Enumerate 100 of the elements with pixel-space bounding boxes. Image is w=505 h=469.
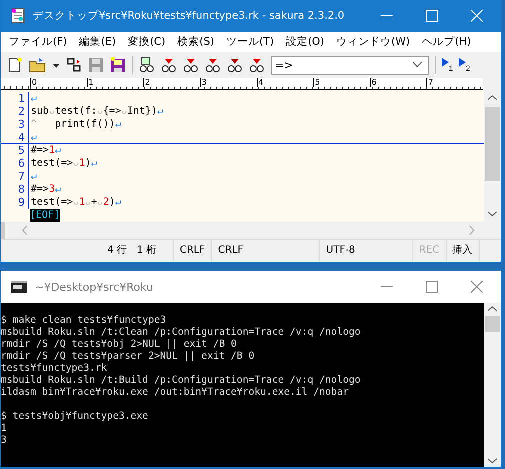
code-text: #=> xyxy=(31,145,50,156)
newline-marker: ↵ xyxy=(31,171,38,182)
search-icon[interactable] xyxy=(183,57,199,73)
space-marker: ᴗ xyxy=(49,106,56,117)
line-number: 3 xyxy=(1,118,29,131)
space-marker: ᴗ xyxy=(85,197,92,208)
console-line: 1 xyxy=(1,423,7,434)
code-text: test(=> xyxy=(31,197,74,208)
line-number: 2 xyxy=(1,105,29,118)
scroll-thumb[interactable] xyxy=(485,316,500,332)
code-text: print(f()) xyxy=(54,119,116,130)
menu-item[interactable]: ヘルプ(H) xyxy=(422,35,472,49)
search-icon[interactable] xyxy=(227,57,243,73)
console-line: rmdir /S /Q tests¥parser 2>NUL || exit /B 0 xyxy=(1,351,255,362)
number-literal: 1 xyxy=(79,158,86,169)
maximize-icon[interactable] xyxy=(426,281,438,293)
newline-marker: ↵ xyxy=(55,145,62,156)
save-as-icon[interactable] xyxy=(110,57,126,73)
console-line: $ make clean tests¥functype3 xyxy=(1,315,166,326)
code-text: ) xyxy=(85,158,92,169)
open-folder-icon[interactable] xyxy=(29,57,47,73)
menu-item[interactable]: 設定(O) xyxy=(286,35,325,49)
line-number: 9 xyxy=(1,196,29,209)
menu-item[interactable]: 検索(S) xyxy=(178,35,214,49)
ruler-number: 6 xyxy=(370,78,426,87)
code-text: {=> xyxy=(103,106,122,117)
code-text: sub xyxy=(31,106,50,117)
menu-item[interactable]: ウィンドウ(W) xyxy=(336,35,410,49)
newline-marker: ↵ xyxy=(115,197,122,208)
status-field: UTF-8 xyxy=(320,240,414,262)
ruler-number: 7 xyxy=(426,78,483,87)
menu-item[interactable]: ファイル(F) xyxy=(9,35,68,49)
console-icon xyxy=(11,281,27,293)
space-marker: ᴗ xyxy=(121,106,128,117)
window-title: ~¥Desktop¥src¥Roku xyxy=(35,280,154,294)
code-text: + xyxy=(91,197,98,208)
console-line: ildasm bin¥Trace¥roku.exe /out:bin¥Trace¥roku.exe.il /nobar xyxy=(1,387,349,398)
console-line: msbuild Roku.sln /t:Build /p:Configuration=Trace /v:q /nologo xyxy=(1,375,361,386)
newline-marker: ↵ xyxy=(91,158,98,169)
eof-marker: [EOF] xyxy=(30,209,60,222)
status-field: CRLF xyxy=(212,240,320,262)
menu-item[interactable]: 編集(E) xyxy=(79,35,116,49)
scroll-thumb[interactable] xyxy=(485,107,500,181)
close-icon[interactable] xyxy=(471,281,483,293)
newline-marker: ↵ xyxy=(31,132,38,143)
code-text: Int}) xyxy=(127,106,158,117)
code-text: ) xyxy=(109,197,116,208)
ruler-number: 4 xyxy=(256,78,314,87)
console-line: msbuild Roku.sln /t:Clean /p:Configuration=Trace /v:q /nologo xyxy=(1,327,361,338)
space-marker: ᴗ xyxy=(97,106,104,117)
code-text: test(=> xyxy=(31,158,74,169)
code-text: test(f: xyxy=(55,106,98,117)
search-combo[interactable]: => xyxy=(271,56,429,74)
line-number: 8 xyxy=(1,183,29,196)
new-file-icon[interactable] xyxy=(7,57,23,73)
ruler-number: 1 xyxy=(86,78,144,87)
newline-marker: ↵ xyxy=(157,106,164,117)
chevron-down-icon[interactable] xyxy=(413,62,422,68)
number-literal: 2 xyxy=(103,197,110,208)
search-icon[interactable] xyxy=(139,57,155,73)
status-field: 挿入 xyxy=(446,240,480,262)
search-icon[interactable] xyxy=(249,57,265,73)
newline-marker: ↵ xyxy=(55,184,62,195)
newline-marker: ↵ xyxy=(115,119,122,130)
menu-item[interactable]: ツール(T) xyxy=(226,35,274,49)
ruler-number: 5 xyxy=(313,78,370,87)
search-icon[interactable] xyxy=(161,57,177,73)
scroll-up-icon[interactable] xyxy=(488,95,497,101)
console-line: $ tests¥obj¥functype3.exe xyxy=(1,411,148,422)
status-field: 4 行 1 桁 xyxy=(91,240,174,262)
scroll-up-icon[interactable] xyxy=(488,306,497,312)
bookmark-jump-button[interactable]: 1 xyxy=(442,58,454,72)
ruler-number: 0 xyxy=(30,78,87,87)
line-number: 1 xyxy=(1,92,29,105)
space-marker: ᴗ xyxy=(73,158,80,169)
console-line: rmdir /S /Q tests¥obj 2>NUL || exit /B 0 xyxy=(1,339,237,350)
space-marker: ᴗ xyxy=(97,197,104,208)
line-number: 5 xyxy=(1,144,29,157)
number-literal: 1 xyxy=(79,197,86,208)
notepad-icon xyxy=(11,8,25,24)
space-marker: ᴗ xyxy=(73,197,80,208)
status-field: CRLF xyxy=(174,240,212,262)
number-literal: 3 xyxy=(49,184,56,195)
number-literal: 1 xyxy=(49,145,56,156)
vertical-scrollbar[interactable] xyxy=(484,303,501,467)
line-number: 4 xyxy=(1,131,29,143)
newline-marker: ↵ xyxy=(31,93,38,104)
console-line: 3 xyxy=(1,435,7,446)
scroll-down-icon[interactable] xyxy=(488,458,497,464)
line-number: 7 xyxy=(1,170,29,183)
console-line: tests¥functype3.rk xyxy=(1,363,108,374)
window-title: デスクトップ¥src¥Roku¥tests¥functype3.rk - sakura 2.3.2.0 xyxy=(33,9,345,23)
ruler-number: 2 xyxy=(143,78,200,87)
search-icon[interactable] xyxy=(205,57,221,73)
bookmark-jump-button[interactable]: 2 xyxy=(459,58,470,72)
code-text: #=> xyxy=(31,184,50,195)
tab-marker: ^ xyxy=(31,119,38,130)
editor-area[interactable]: 1 ↵ 2 subᴗtest(f:ᴗ{=>ᴗInt})↵ 3 ^ print(f())↵ 4 ↵ 5 #=>1↵ 6 test(=>ᴗ1)↵ 7 ↵ 8 #=>3↵ 9 test(=>ᴗ1ᴗ+ᴗ2)↵ [EOF] xyxy=(1,90,484,222)
menu-item[interactable]: 変換(C) xyxy=(128,35,166,49)
scroll-down-icon[interactable] xyxy=(488,211,497,217)
